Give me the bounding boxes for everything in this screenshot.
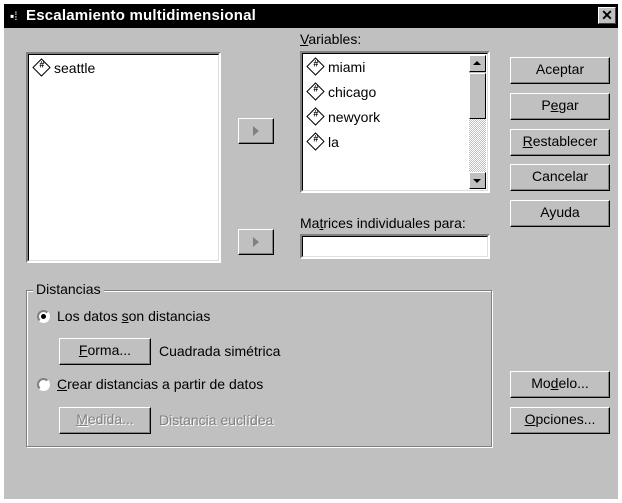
down-arrow-icon [473,179,481,183]
dialog-window: ▪⁞ Escalamiento multidimensional ✕ # seat… [4,4,618,499]
scroll-down-button[interactable] [469,172,486,189]
move-to-variables-button[interactable] [238,118,274,144]
scale-variable-icon: # [306,57,325,76]
pegar-button[interactable]: Pegar [510,93,610,120]
matrices-field[interactable] [300,234,490,259]
scroll-thumb[interactable] [469,73,486,119]
close-button[interactable]: ✕ [598,7,616,24]
modelo-button[interactable]: Modelo... [510,371,610,398]
radio-distancias[interactable] [37,310,50,323]
right-arrow-icon [253,237,259,247]
scale-variable-icon: # [32,58,51,77]
scale-variable-icon: # [306,107,325,126]
up-arrow-icon [473,61,481,65]
aceptar-button[interactable]: Aceptar [510,57,610,84]
matrices-label: Matrices individuales para: [300,215,466,231]
opciones-button[interactable]: Opciones... [510,407,610,434]
source-variable-list[interactable]: # seattle [26,52,221,263]
radio-crear-distancias[interactable] [37,378,50,391]
scroll-track[interactable] [469,119,486,172]
list-item[interactable]: # seattle [32,58,95,77]
variables-scrollbar[interactable] [469,55,486,189]
variables-list[interactable]: # miami # chicago # newyork # la [300,51,490,193]
list-item[interactable]: # newyork [306,107,380,126]
list-item[interactable]: # miami [306,57,365,76]
move-to-matrices-button[interactable] [238,229,274,255]
list-item[interactable]: # chicago [306,82,376,101]
medida-value: Distancia euclídea [159,412,274,428]
variables-label: Variables: [300,31,362,47]
list-item[interactable]: # la [306,132,339,151]
forma-value: Cuadrada simétrica [159,343,281,359]
scroll-up-button[interactable] [469,55,486,72]
restablecer-button[interactable]: Restablecer [510,129,610,156]
radio-crear-distancias-label[interactable]: Crear distancias a partir de datos [57,376,263,392]
ayuda-button[interactable]: Ayuda [510,200,610,227]
forma-button[interactable]: Forma... [59,338,151,365]
scale-variable-icon: # [306,132,325,151]
radio-distancias-label[interactable]: Los datos son distancias [57,308,210,324]
window-title: Escalamiento multidimensional [26,7,257,24]
title-bar: ▪⁞ Escalamiento multidimensional ✕ [4,4,618,28]
medida-button[interactable]: Medida... [59,407,151,434]
distancias-group-title: Distancias [33,281,104,297]
app-icon: ▪⁞ [10,9,18,23]
right-arrow-icon [253,126,259,136]
cancelar-button[interactable]: Cancelar [510,164,610,191]
scale-variable-icon: # [306,82,325,101]
